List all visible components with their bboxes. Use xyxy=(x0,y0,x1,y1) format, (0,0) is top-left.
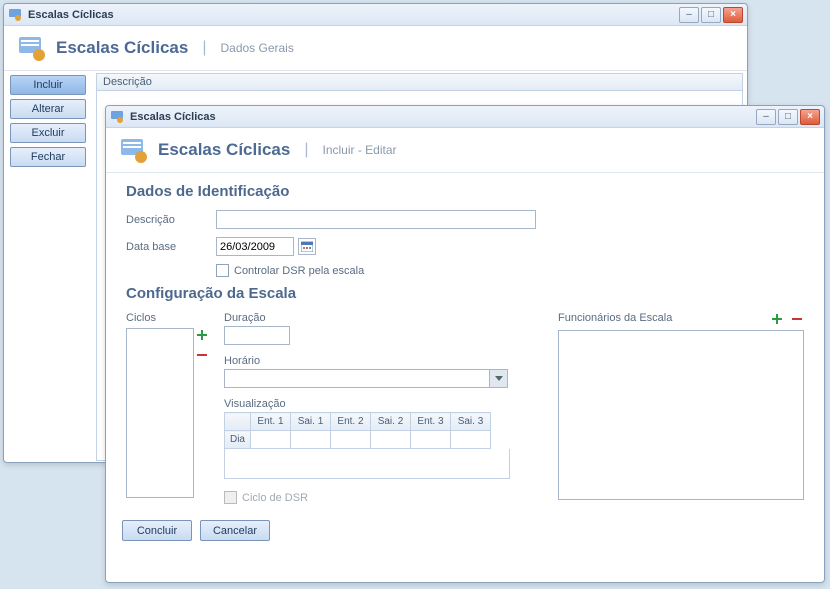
app-icon xyxy=(8,8,22,22)
title-separator-modal: | xyxy=(304,141,308,159)
cell-sai1[interactable] xyxy=(291,431,331,449)
horario-input[interactable] xyxy=(224,369,490,388)
horario-dropdown[interactable] xyxy=(224,369,524,388)
col-sai2[interactable]: Sai. 2 xyxy=(371,413,411,431)
ciclos-remove-icon[interactable] xyxy=(195,348,209,362)
minimize-button-modal[interactable]: – xyxy=(756,109,776,125)
module-icon xyxy=(18,34,46,62)
checkbox-box xyxy=(216,264,229,277)
action-sidebar: Incluir Alterar Excluir Fechar xyxy=(4,71,92,463)
ciclo-dsr-checkbox: Ciclo de DSR xyxy=(224,491,524,504)
database-input[interactable] xyxy=(216,237,294,256)
maximize-button[interactable]: □ xyxy=(701,7,721,23)
cell-ent3[interactable] xyxy=(411,431,451,449)
col-sai3[interactable]: Sai. 3 xyxy=(451,413,491,431)
col-blank[interactable] xyxy=(225,413,251,431)
col-ent1[interactable]: Ent. 1 xyxy=(251,413,291,431)
section-identificacao: Dados de Identificação xyxy=(126,183,804,200)
page-title-modal: Escalas Cíclicas xyxy=(158,140,290,160)
concluir-button[interactable]: Concluir xyxy=(122,520,192,541)
funcionarios-add-icon[interactable] xyxy=(770,312,784,326)
ciclos-add-icon[interactable] xyxy=(195,328,209,342)
funcionarios-label: Funcionários da Escala xyxy=(558,312,672,324)
ciclos-listbox[interactable] xyxy=(126,328,194,498)
cell-sai3[interactable] xyxy=(451,431,491,449)
descricao-label: Descrição xyxy=(126,214,216,226)
dropdown-icon[interactable] xyxy=(490,369,508,388)
calendar-icon[interactable] xyxy=(298,238,316,255)
visualizacao-label: Visualização xyxy=(224,398,524,410)
table-row: Dia xyxy=(225,431,491,449)
col-ent2[interactable]: Ent. 2 xyxy=(331,413,371,431)
duracao-label: Duração xyxy=(224,312,524,324)
page-subtitle-modal: Incluir - Editar xyxy=(322,143,396,157)
visualizacao-table: Ent. 1 Sai. 1 Ent. 2 Sai. 2 Ent. 3 Sai. … xyxy=(224,412,491,449)
duracao-input[interactable] xyxy=(224,326,290,345)
maximize-button-modal[interactable]: □ xyxy=(778,109,798,125)
ciclo-dsr-label: Ciclo de DSR xyxy=(242,492,308,504)
title-separator: | xyxy=(202,39,206,57)
cell-ent1[interactable] xyxy=(251,431,291,449)
descricao-input[interactable] xyxy=(216,210,536,229)
row-dia-label: Dia xyxy=(225,431,251,449)
cell-ent2[interactable] xyxy=(331,431,371,449)
window-title-modal: Escalas Cíclicas xyxy=(130,111,756,123)
funcionarios-listbox[interactable] xyxy=(558,330,804,500)
window-title-parent: Escalas Cíclicas xyxy=(28,9,679,21)
fechar-button[interactable]: Fechar xyxy=(10,147,86,167)
cell-sai2[interactable] xyxy=(371,431,411,449)
module-icon-modal xyxy=(120,136,148,164)
window-escalas-editor: Escalas Cíclicas – □ × Escalas Cíclicas … xyxy=(105,105,825,583)
section-config: Configuração da Escala xyxy=(126,285,804,302)
page-subtitle-parent: Dados Gerais xyxy=(220,41,293,55)
database-label: Data base xyxy=(126,241,216,253)
minimize-button[interactable]: – xyxy=(679,7,699,23)
col-sai1[interactable]: Sai. 1 xyxy=(291,413,331,431)
cancelar-button[interactable]: Cancelar xyxy=(200,520,270,541)
horario-label: Horário xyxy=(224,355,524,367)
incluir-button[interactable]: Incluir xyxy=(10,75,86,95)
close-button[interactable]: × xyxy=(723,7,743,23)
close-button-modal[interactable]: × xyxy=(800,109,820,125)
controlar-dsr-label: Controlar DSR pela escala xyxy=(234,265,364,277)
funcionarios-remove-icon[interactable] xyxy=(790,312,804,326)
titlebar-parent: Escalas Cíclicas – □ × xyxy=(4,4,747,26)
app-icon-modal xyxy=(110,110,124,124)
visualizacao-empty-area xyxy=(224,449,510,479)
header-band-modal: Escalas Cíclicas | Incluir - Editar xyxy=(106,128,824,173)
header-band-parent: Escalas Cíclicas | Dados Gerais xyxy=(4,26,747,71)
ciclos-label: Ciclos xyxy=(126,312,210,324)
controlar-dsr-checkbox[interactable]: Controlar DSR pela escala xyxy=(216,264,364,277)
titlebar-modal: Escalas Cíclicas – □ × xyxy=(106,106,824,128)
alterar-button[interactable]: Alterar xyxy=(10,99,86,119)
checkbox-box-disabled xyxy=(224,491,237,504)
excluir-button[interactable]: Excluir xyxy=(10,123,86,143)
page-title-parent: Escalas Cíclicas xyxy=(56,38,188,58)
grid-col-descricao[interactable]: Descrição xyxy=(96,73,743,91)
col-ent3[interactable]: Ent. 3 xyxy=(411,413,451,431)
